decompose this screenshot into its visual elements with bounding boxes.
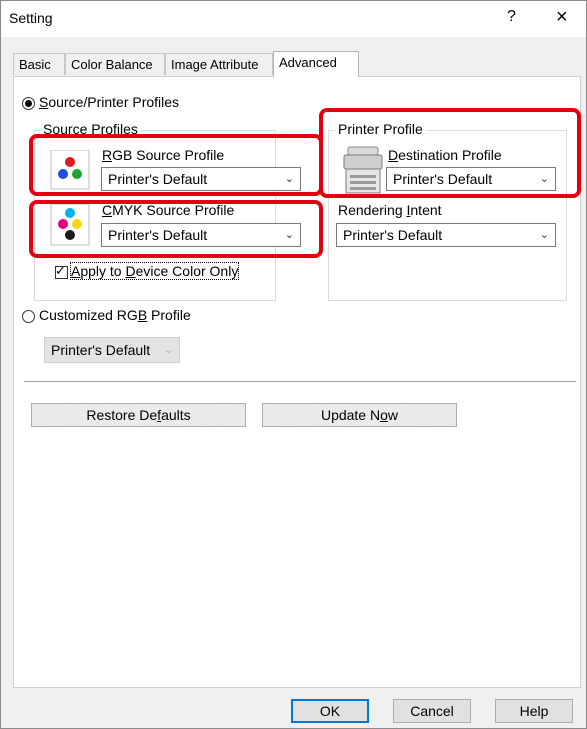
chevron-down-icon: ⌄ — [539, 173, 549, 185]
chevron-down-icon: ⌄ — [539, 229, 549, 241]
checkmark-icon: ✓ — [55, 263, 66, 278]
ok-button[interactable]: OK — [291, 699, 369, 723]
close-icon[interactable]: × — [556, 6, 568, 29]
update-now-button[interactable]: Update Now — [262, 403, 457, 427]
destination-profile-select[interactable]: Printer's Default ⌄ — [386, 167, 556, 191]
cmyk-profile-icon — [50, 203, 92, 249]
rgb-source-select[interactable]: Printer's Default ⌄ — [101, 167, 301, 191]
title-bar: Setting ? × — [1, 1, 586, 37]
setting-dialog: Setting ? × Basic Color Balance Image At… — [0, 0, 587, 729]
tab-image-attribute[interactable]: Image Attribute — [165, 53, 273, 75]
apply-device-checkbox[interactable]: ✓ — [55, 263, 68, 279]
chevron-down-icon: ⌄ — [163, 344, 173, 356]
cancel-button[interactable]: Cancel — [393, 699, 471, 723]
rgb-profile-icon — [50, 149, 92, 193]
source-profiles-legend: Source Profiles — [40, 121, 141, 137]
tab-basic[interactable]: Basic — [13, 53, 65, 75]
apply-device-label[interactable]: Apply to Device Color Only — [69, 262, 240, 280]
help-button[interactable]: Help — [495, 699, 573, 723]
tab-color-balance[interactable]: Color Balance — [65, 53, 165, 75]
rendering-intent-select[interactable]: Printer's Default ⌄ — [336, 223, 556, 247]
customized-rgb-label[interactable]: Customized RGB Profile — [39, 307, 191, 323]
help-icon[interactable]: ? — [507, 8, 516, 26]
rendering-intent-label: Rendering Intent — [338, 202, 442, 218]
source-printer-label[interactable]: Source/Printer Profiles — [39, 94, 179, 110]
cmyk-source-label: CMYK Source Profile — [102, 202, 235, 218]
chevron-down-icon: ⌄ — [284, 173, 294, 185]
tab-advanced[interactable]: Advanced — [273, 51, 359, 77]
source-printer-radio[interactable] — [22, 97, 35, 110]
customized-rgb-radio[interactable] — [22, 310, 35, 323]
printer-profile-legend: Printer Profile — [335, 121, 426, 137]
printer-icon — [342, 145, 384, 200]
advanced-panel: Source/Printer Profiles Source Profiles … — [13, 76, 581, 688]
cmyk-source-select[interactable]: Printer's Default ⌄ — [101, 223, 301, 247]
chevron-down-icon: ⌄ — [284, 229, 294, 241]
rgb-source-label: RGB Source Profile — [102, 147, 225, 163]
restore-defaults-button[interactable]: Restore Defaults — [31, 403, 246, 427]
destination-profile-label: Destination Profile — [388, 147, 502, 163]
customized-rgb-select[interactable]: Printer's Default ⌄ — [44, 337, 180, 363]
window-title: Setting — [9, 10, 53, 26]
section-divider — [24, 381, 576, 382]
